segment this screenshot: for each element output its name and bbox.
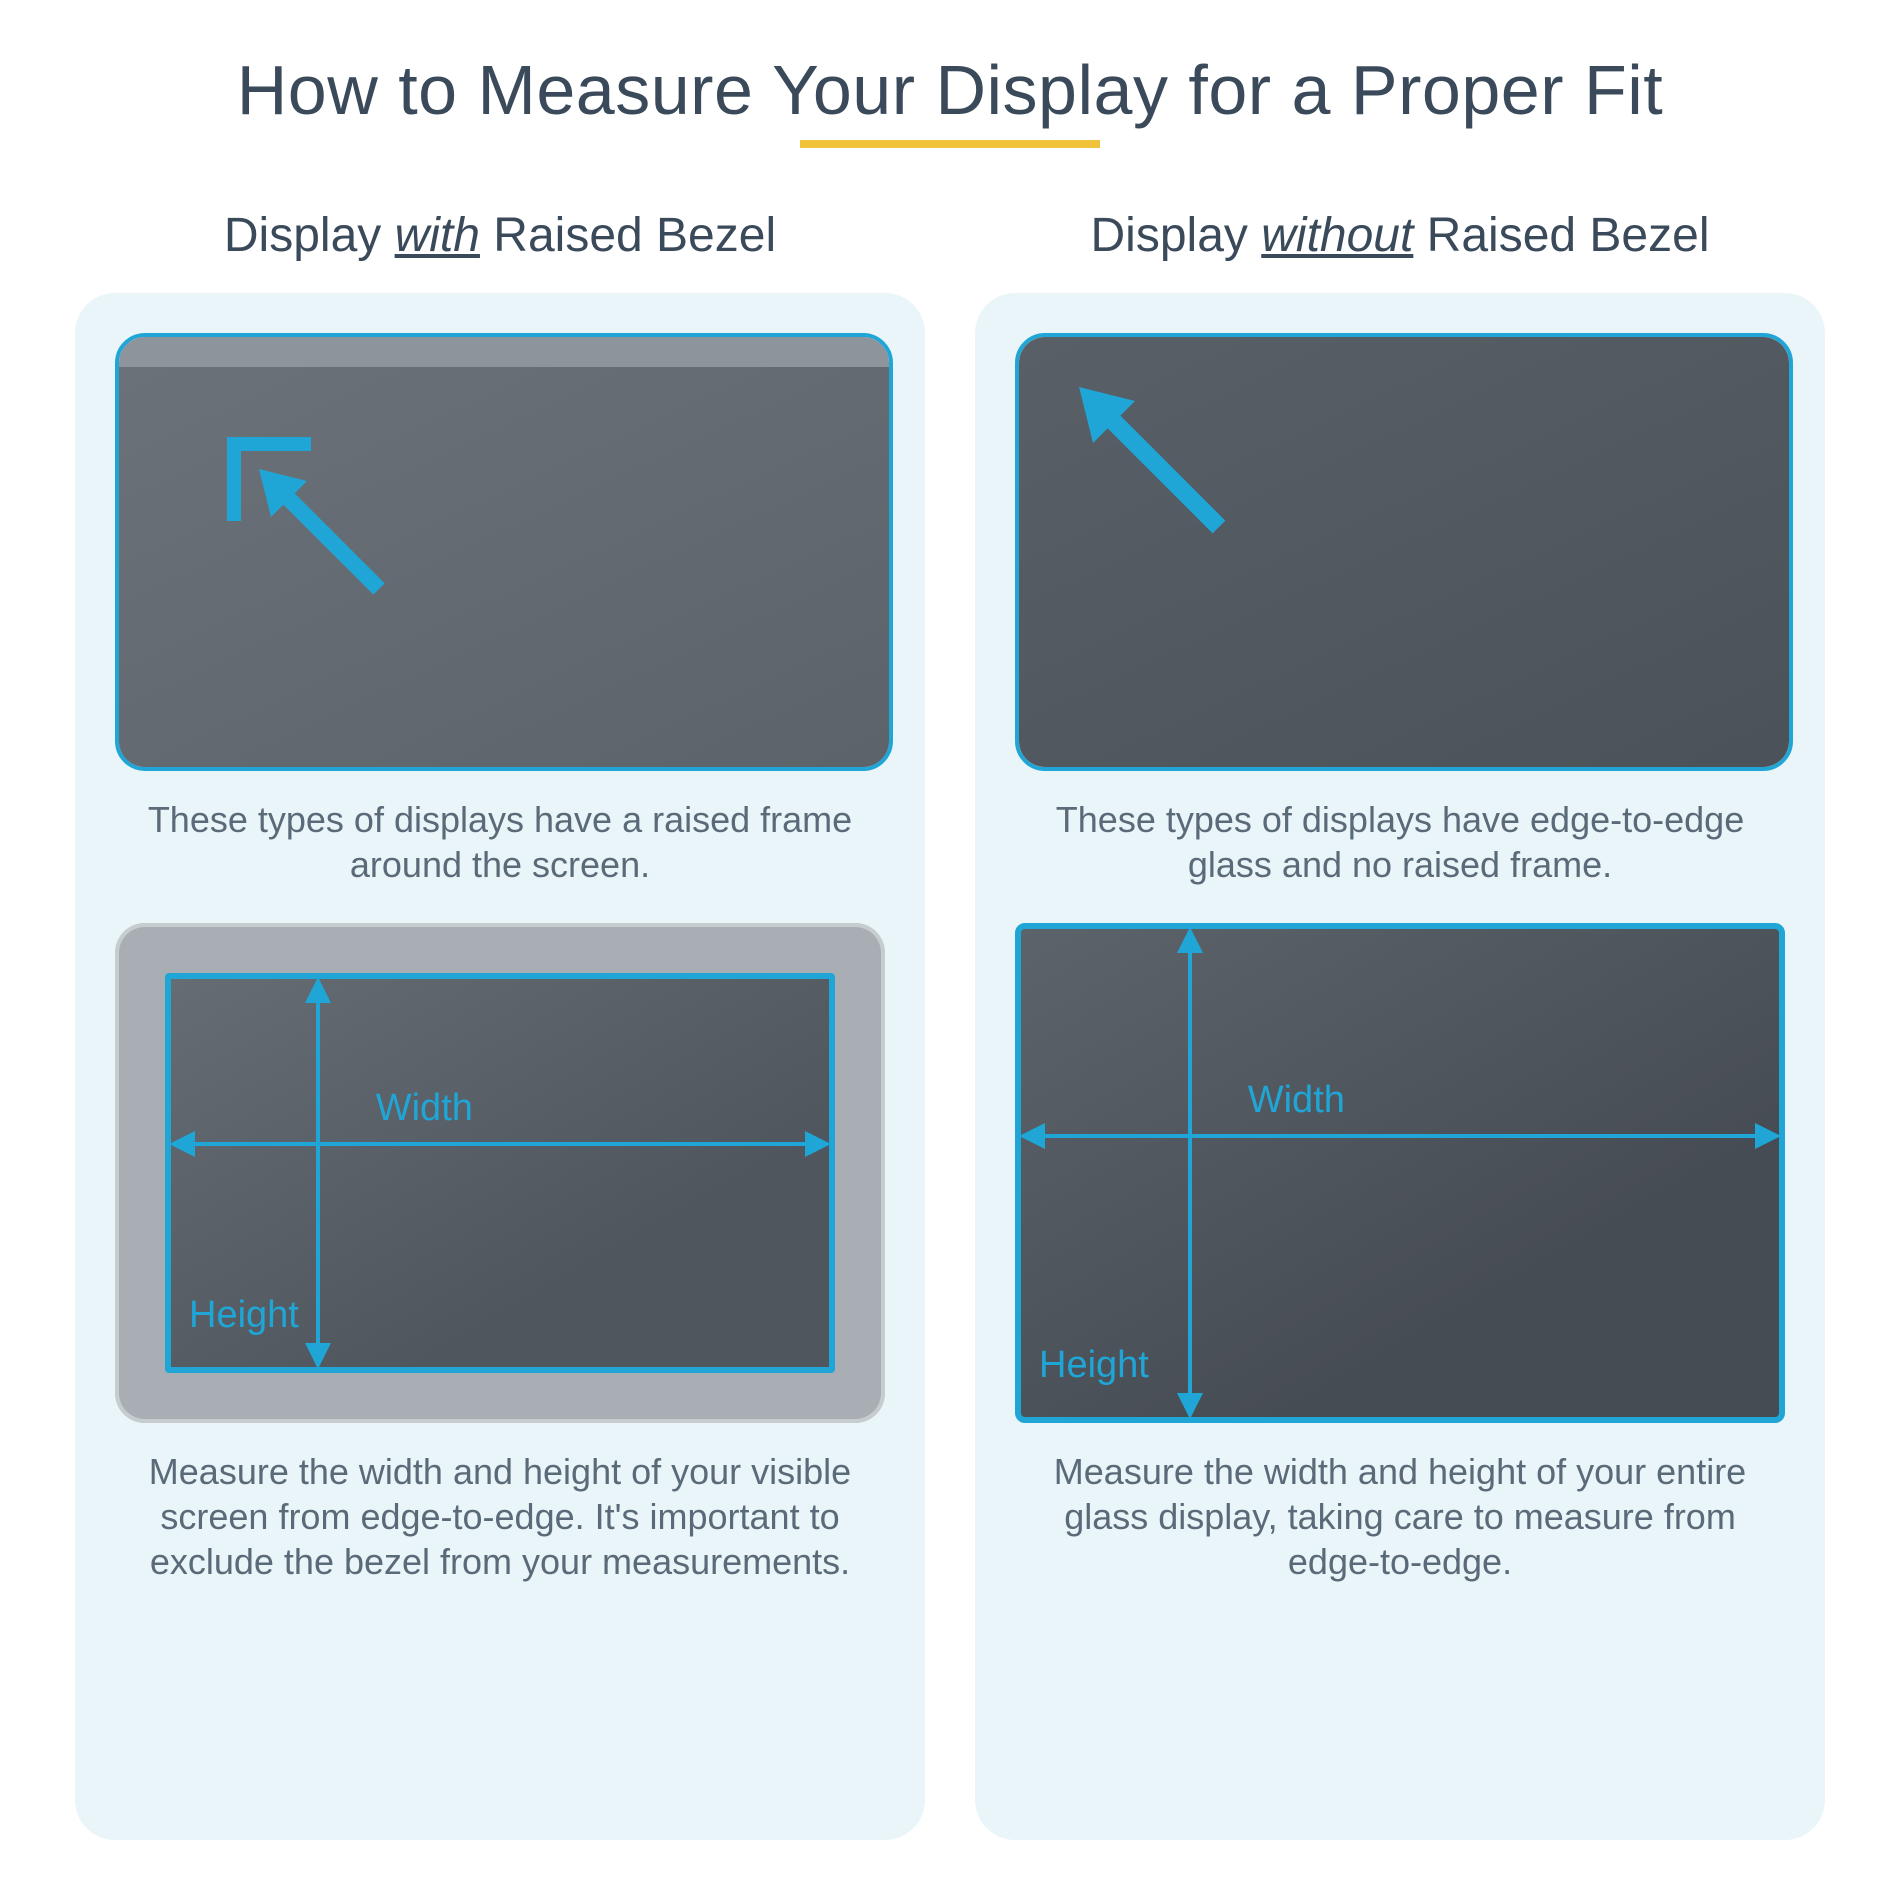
arrowhead-up-icon	[303, 977, 333, 1007]
heading-segment: Raised Bezel	[480, 209, 776, 262]
arrow-icon	[259, 469, 399, 609]
card-without-bezel: These types of displays have edge-to-edg…	[975, 293, 1825, 1840]
monitor-outer-bezel	[115, 333, 893, 771]
measure-area-screen: Width Height	[165, 973, 835, 1373]
column-heading-right: Display without Raised Bezel	[1091, 208, 1710, 263]
width-label: Width	[1248, 1079, 1345, 1122]
width-dimension-line	[1025, 1134, 1775, 1138]
illustration-no-bezel-measure: Width Height	[1015, 923, 1785, 1423]
arrowhead-down-icon	[303, 1339, 333, 1369]
heading-emphasis: without	[1261, 209, 1413, 262]
description-bottom-right: Measure the width and height of your ent…	[1035, 1449, 1765, 1584]
width-label: Width	[376, 1087, 473, 1130]
height-dimension-line	[316, 983, 320, 1363]
arrow-icon	[1079, 387, 1239, 547]
description-top-right: These types of displays have edge-to-edg…	[1035, 797, 1765, 887]
illustration-raised-bezel-corner	[115, 333, 893, 771]
width-dimension-line	[175, 1142, 825, 1146]
illustration-no-bezel-corner	[1015, 333, 1793, 771]
card-with-bezel: These types of displays have a raised fr…	[75, 293, 925, 1840]
heading-segment: Display	[224, 209, 395, 262]
column-without-bezel: Display without Raised Bezel	[975, 208, 1825, 1840]
heading-emphasis: with	[395, 209, 480, 262]
heading-segment: Raised Bezel	[1413, 209, 1709, 262]
description-top-left: These types of displays have a raised fr…	[135, 797, 865, 887]
arrowhead-left-icon	[169, 1129, 199, 1159]
height-label: Height	[189, 1294, 299, 1337]
height-label: Height	[1039, 1344, 1149, 1387]
title-underline	[800, 140, 1100, 148]
heading-segment: Display	[1091, 209, 1262, 262]
arrowhead-left-icon	[1019, 1121, 1049, 1151]
arrowhead-right-icon	[801, 1129, 831, 1159]
height-dimension-line	[1188, 933, 1192, 1413]
monitor-screen	[115, 367, 893, 771]
measure-area-full-glass: Width Height	[1015, 923, 1785, 1423]
columns: Display with Raised Bezel	[60, 208, 1840, 1840]
arrowhead-right-icon	[1751, 1121, 1781, 1151]
column-with-bezel: Display with Raised Bezel	[75, 208, 925, 1840]
illustration-raised-bezel-measure: Width Height	[115, 923, 885, 1423]
description-bottom-left: Measure the width and height of your vis…	[135, 1449, 865, 1584]
arrowhead-up-icon	[1175, 927, 1205, 957]
column-heading-left: Display with Raised Bezel	[224, 208, 776, 263]
instruction-page: How to Measure Your Display for a Proper…	[0, 0, 1900, 1900]
page-title: How to Measure Your Display for a Proper…	[60, 50, 1840, 130]
arrowhead-down-icon	[1175, 1389, 1205, 1419]
